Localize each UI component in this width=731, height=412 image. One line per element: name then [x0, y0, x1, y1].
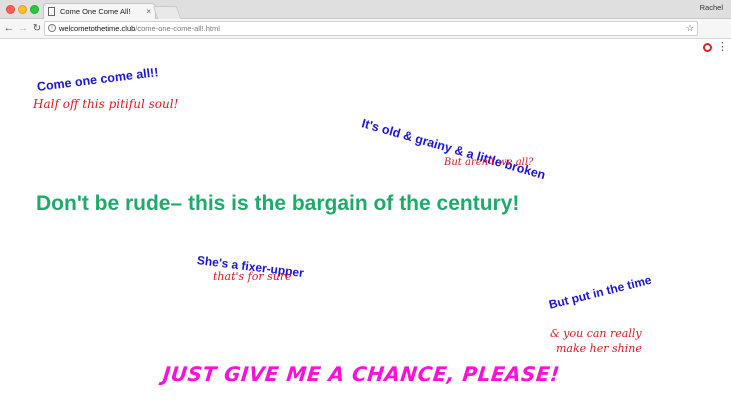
info-icon[interactable]: i	[48, 24, 56, 32]
make-her-shine-text: make her shine	[556, 342, 642, 355]
star-icon[interactable]: ☆	[686, 22, 694, 35]
put-in-time-text: But put in the time	[547, 272, 653, 312]
maximize-window-button[interactable]	[30, 5, 39, 14]
give-me-chance-heading: JUST GIVE ME A CHANCE, PLEASE!	[161, 362, 562, 386]
profile-name[interactable]: Rachel	[700, 3, 723, 12]
minimize-window-button[interactable]	[18, 5, 27, 14]
tab-title: Come One Come All!	[60, 7, 131, 16]
page-icon	[48, 7, 55, 16]
url-path: /come-one-come-all!.html	[135, 24, 220, 33]
page-content: Come one come all!! Half off this pitifu…	[0, 40, 731, 412]
url-domain: welcometothetime.club	[59, 24, 136, 33]
tab-active[interactable]: Come One Come All! ×	[43, 3, 156, 20]
old-grainy-text: It's old & grainy & a little broken	[360, 116, 548, 183]
back-arrow-icon[interactable]: ←	[2, 21, 16, 36]
arent-we-all-text: But aren't we all?	[444, 157, 534, 168]
close-window-button[interactable]	[6, 5, 15, 14]
address-bar[interactable]: i welcometothetime.club/come-one-come-al…	[44, 21, 698, 36]
tab-close-icon[interactable]: ×	[146, 4, 151, 19]
come-one-text: Come one come all!!	[36, 65, 160, 94]
dont-be-rude-heading: Don't be rude– this is the bargain of th…	[36, 192, 520, 215]
you-can-really-text: & you can really	[550, 327, 642, 340]
reload-icon[interactable]: ↻	[30, 21, 44, 36]
for-sure-text: that's for sure	[213, 270, 292, 283]
forward-arrow-icon[interactable]: →	[16, 21, 30, 36]
new-tab-button[interactable]	[152, 6, 182, 19]
half-off-text: Half off this pitiful soul!	[33, 97, 179, 111]
tab-bar: Come One Come All! × Rachel	[0, 0, 731, 20]
toolbar: ← → ↻ i welcometothetime.club/come-one-c…	[0, 19, 731, 53]
